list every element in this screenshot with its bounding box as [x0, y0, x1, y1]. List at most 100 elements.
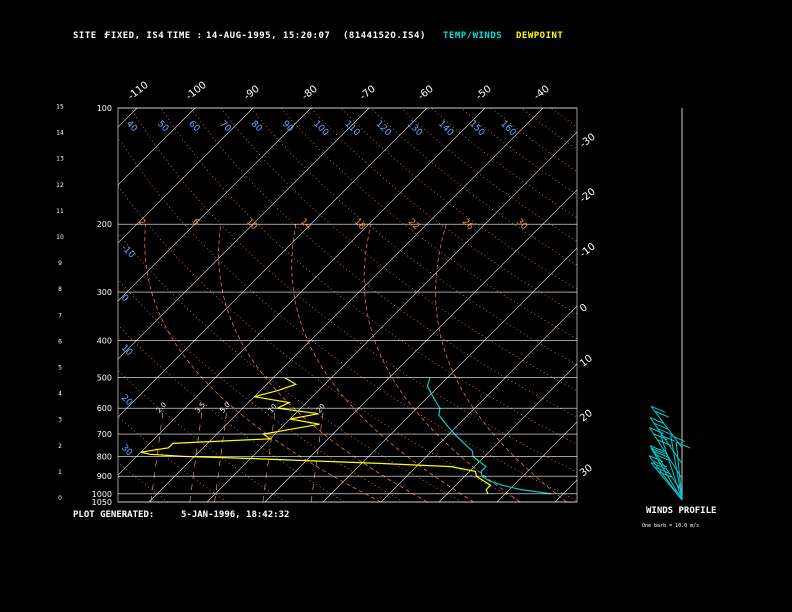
isotherm-right-label: 10	[578, 353, 595, 370]
dry-adiabat-line	[520, 108, 577, 150]
height-tick-label: 1	[58, 469, 62, 476]
plot-generated-label: PLOT GENERATED:	[73, 510, 155, 520]
pressure-tick-label: 700	[97, 430, 112, 439]
isotherm-line	[0, 108, 21, 502]
dry-adiabat-label: 150	[467, 119, 486, 138]
dry-adiabat-line	[118, 461, 169, 502]
isotherm-top-label: -90	[242, 84, 262, 103]
dry-adiabat-label: 90	[280, 119, 295, 134]
isotherm-right-label: -30	[578, 132, 598, 151]
moist-adiabat-label: 10	[244, 217, 259, 232]
pressure-tick-label: 500	[97, 374, 112, 383]
wind-barb-flag	[676, 441, 691, 449]
dry-adiabat-line	[118, 370, 286, 502]
skew-t-chart: 1002003004005006007008009001000105001234…	[0, 80, 792, 507]
isotherm-line	[206, 131, 577, 502]
isotherm-top-label: -40	[532, 84, 552, 103]
isotherm-top-label: -110	[126, 80, 151, 103]
dry-adiabat-lower-label: 30	[119, 443, 134, 458]
isotherm-right-label: -10	[578, 241, 598, 260]
moist-adiabat-label: 22	[406, 217, 421, 232]
dry-adiabat-line	[430, 108, 577, 219]
plot-area	[0, 108, 792, 502]
height-tick-label: 12	[56, 182, 64, 189]
dry-adiabat-label: 130	[405, 119, 424, 138]
moist-adiabat-label: 18	[352, 217, 367, 232]
mixing-ratio-label: 20	[315, 403, 327, 415]
isotherm-line	[496, 421, 577, 502]
isotherm-line	[438, 363, 577, 502]
moist-adiabat-label: 6	[190, 217, 201, 228]
pressure-tick-label: 600	[97, 404, 112, 413]
pressure-tick-label: 900	[97, 472, 112, 481]
dry-adiabat-lower-label: 20	[119, 393, 134, 408]
isotherm-right-label: 30	[578, 463, 595, 480]
height-tick-label: 7	[58, 312, 62, 319]
dry-adiabat-label: 100	[311, 119, 330, 138]
mixing-ratio-line	[310, 408, 324, 502]
height-tick-label: 9	[58, 260, 62, 267]
isotherm-line	[118, 108, 486, 476]
isotherm-top-label: -80	[300, 84, 320, 103]
moist-adiabat-line	[218, 224, 428, 502]
plot-generated-value: 5-JAN-1996, 18:42:32	[181, 510, 290, 520]
mixing-ratio-label: 10	[267, 403, 279, 415]
winds-profile-note: One barb = 10.0 m/s	[642, 523, 700, 529]
height-tick-label: 10	[56, 234, 64, 241]
height-tick-label: 0	[58, 495, 62, 502]
height-tick-label: 2	[58, 443, 62, 450]
pressure-tick-label: 1050	[92, 498, 112, 507]
height-tick-label: 13	[56, 156, 64, 163]
dry-adiabat-line	[310, 108, 577, 315]
mixing-ratio-line	[0, 408, 3, 502]
dry-adiabat-label: 60	[186, 119, 201, 134]
isotherm-line	[264, 189, 577, 502]
dry-adiabat-line	[220, 108, 577, 392]
dry-adiabat-label: 140	[436, 119, 455, 138]
height-tick-label: 8	[58, 286, 62, 293]
mixing-ratio-line	[262, 408, 276, 502]
height-tick-label: 15	[56, 104, 64, 111]
mixing-ratio-line	[39, 408, 52, 502]
height-tick-label: 3	[58, 417, 62, 424]
isotherm-line	[554, 479, 577, 502]
moist-adiabat-label: 26	[460, 217, 475, 232]
dry-adiabat-line	[160, 108, 577, 445]
pressure-tick-label: 800	[97, 452, 112, 461]
pressure-tick-label: 100	[97, 104, 112, 113]
moist-adiabat-label: 30	[514, 217, 529, 232]
height-tick-label: 14	[56, 130, 64, 137]
isotherm-top-label: -50	[474, 84, 494, 103]
dry-adiabat-line	[460, 108, 577, 196]
mixing-ratio-label: 3.5	[194, 401, 207, 415]
height-tick-label: 6	[58, 338, 62, 345]
pressure-tick-label: 300	[97, 288, 112, 297]
moist-adiabat-line	[363, 224, 521, 502]
dry-adiabat-line	[118, 278, 404, 502]
dry-adiabat-line	[190, 108, 577, 418]
isotherm-line	[118, 108, 312, 302]
isotherm-line	[118, 108, 428, 418]
dry-adiabat-label: 70	[217, 119, 232, 134]
mixing-ratio-label: 2.0	[155, 401, 168, 415]
pressure-tick-label: 200	[97, 220, 112, 229]
dry-adiabat-lower-label: 0	[119, 293, 130, 304]
height-tick-label: 4	[58, 391, 62, 398]
isotherm-line	[613, 108, 792, 502]
wind-barb-staff	[648, 455, 683, 501]
moist-adiabat-label: 14	[298, 217, 313, 232]
dry-adiabat-label: 160	[498, 119, 517, 138]
moist-adiabat-line	[291, 224, 474, 502]
dry-adiabat-line	[118, 232, 463, 502]
isotherm-top-label: -100	[184, 80, 209, 103]
isotherm-right-label: 0	[578, 302, 590, 315]
dry-adiabat-label: 40	[124, 119, 139, 134]
dry-adiabat-label: 120	[373, 119, 392, 138]
isotherm-line	[148, 108, 544, 502]
dry-adiabat-line	[490, 108, 577, 173]
isotherm-line	[322, 247, 577, 502]
dry-adiabat-line	[340, 108, 577, 290]
isotherm-top-label: -60	[416, 84, 436, 103]
winds-profile-title: WINDS PROFILE	[646, 506, 717, 516]
dry-adiabat-label: 50	[155, 119, 170, 134]
